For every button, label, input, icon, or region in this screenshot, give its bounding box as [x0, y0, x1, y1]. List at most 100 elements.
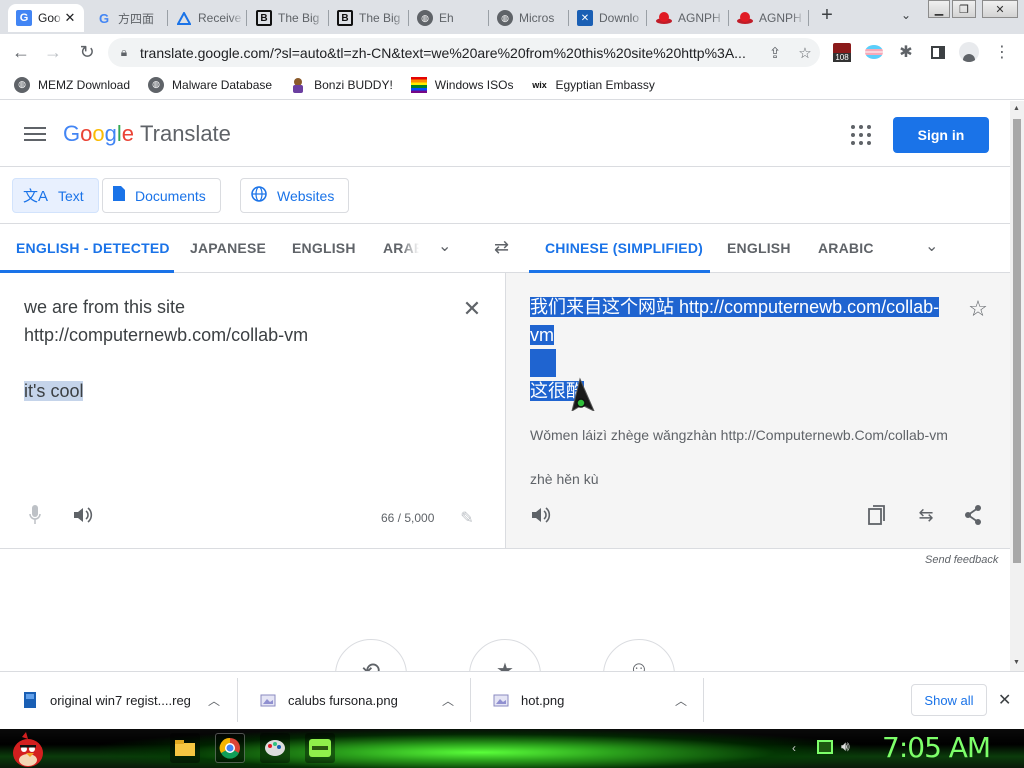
tab-5[interactable]: B The Big [329, 4, 407, 32]
flag-extension-icon[interactable] [862, 40, 886, 64]
download-item-3[interactable]: hot.png ︿ [471, 680, 703, 720]
google-translate-logo[interactable]: Google Translate [63, 121, 231, 147]
close-tab-icon[interactable]: ✕ [62, 10, 78, 26]
send-feedback-link[interactable]: Send feedback [925, 554, 998, 566]
source-lang-detected[interactable]: ENGLISH - DETECTED [16, 240, 170, 256]
source-lang-arabic[interactable]: ARAB [383, 240, 419, 256]
show-all-button[interactable]: Show all [911, 684, 987, 716]
rate-translation-icon[interactable]: ⇆ [912, 501, 940, 529]
logo-letter: o [80, 121, 93, 146]
bookmark-memz[interactable]: ◍ MEMZ Download [14, 76, 130, 93]
tab-6[interactable]: ◍ Eh [409, 4, 487, 32]
source-lang-english[interactable]: ENGLISH [292, 240, 356, 256]
character-count: 66 / 5,000 [381, 511, 435, 525]
chevron-up-icon[interactable]: ︿ [675, 692, 687, 709]
target-lang-chevron-icon[interactable]: ⌄ [925, 236, 938, 256]
target-lang-arabic[interactable]: ARABIC [818, 240, 874, 256]
target-lang-english[interactable]: ENGLISH [727, 240, 791, 256]
bookmark-bonzi-buddy[interactable]: Bonzi BUDDY! [290, 77, 393, 93]
sign-in-button[interactable]: Sign in [893, 117, 989, 153]
extension-badge-icon[interactable]: 108 [830, 40, 854, 64]
text-mode-button[interactable]: 文A Text [12, 178, 99, 213]
speaker-icon[interactable] [69, 501, 97, 529]
google-wordmark: Google [63, 121, 134, 147]
contribute-button[interactable]: ☺ [603, 639, 675, 671]
swap-languages-icon[interactable]: ⇄ [494, 237, 509, 258]
tab-google-translate[interactable]: G Goo ✕ [8, 4, 84, 32]
registry-file-icon [22, 691, 38, 709]
source-text-pane[interactable]: we are from this site http://computernew… [0, 273, 505, 549]
documents-mode-button[interactable]: Documents [102, 178, 221, 213]
google-apps-grid-icon[interactable] [851, 125, 871, 145]
extensions-puzzle-icon[interactable]: ✱ [894, 40, 918, 64]
file-explorer-icon[interactable] [170, 733, 200, 763]
network-icon[interactable] [817, 740, 833, 754]
tray-chevron-icon[interactable]: ‹ [792, 741, 796, 755]
chevron-up-icon[interactable]: ︿ [442, 692, 454, 709]
edit-pencil-icon[interactable]: ✎ [453, 504, 481, 532]
hamburger-menu-icon[interactable] [24, 125, 46, 143]
b-logo-icon: B [256, 10, 272, 26]
scroll-down-icon[interactable]: ▼ [1013, 659, 1020, 666]
tab-8[interactable]: ✕ Downlo [569, 4, 645, 32]
paint-icon[interactable] [260, 733, 290, 763]
websites-mode-button[interactable]: Websites [240, 178, 350, 213]
tab-4[interactable]: B The Big [248, 4, 326, 32]
tab-strip: G Goo ✕ G 方四面 Receive B The Big B The Bi… [0, 0, 1024, 34]
new-tab-button[interactable]: + [816, 4, 838, 28]
tab-7[interactable]: ◍ Micros [489, 4, 567, 32]
profile-avatar-icon[interactable] [957, 40, 981, 64]
bookmark-malware-database[interactable]: ◍ Malware Database [148, 76, 272, 93]
saved-button[interactable]: ★ [469, 639, 541, 671]
close-window-button[interactable]: ✕ [982, 0, 1018, 18]
taskbar-clock[interactable]: 7:05 AM [882, 731, 991, 764]
maximize-button[interactable]: ❐ [952, 0, 976, 18]
close-download-bar-icon[interactable]: ✕ [998, 690, 1011, 710]
tab-10[interactable]: AGNPH [729, 4, 805, 32]
download-item-1[interactable]: original win7 regist....reg ︿ [0, 680, 236, 720]
bookmark-windows-isos[interactable]: Windows ISOs [410, 76, 513, 93]
volume-icon[interactable]: 🔊︎ [841, 738, 850, 755]
source-textarea[interactable]: we are from this site http://computernew… [24, 293, 444, 405]
wix-icon: wix [532, 79, 547, 90]
chrome-menu-icon[interactable]: ⋮ [990, 40, 1014, 64]
chevron-up-icon[interactable]: ︿ [208, 692, 220, 709]
source-lang-chevron-icon[interactable]: ⌄ [438, 236, 451, 256]
translate-header: Google Translate Sign in [0, 101, 1010, 167]
logo-letter: e [121, 121, 135, 146]
minimize-button[interactable]: ▁ [928, 0, 950, 18]
speaker-icon[interactable] [527, 501, 555, 529]
microphone-icon[interactable] [21, 501, 49, 529]
globe-icon [251, 185, 267, 206]
history-button[interactable]: ⟲ [335, 639, 407, 671]
start-button-angry-bird-icon[interactable] [8, 729, 48, 768]
tab-3[interactable]: Receive [168, 4, 244, 32]
side-panel-icon[interactable] [926, 40, 950, 64]
reload-icon[interactable]: ↻ [74, 40, 100, 64]
share-icon[interactable] [959, 501, 987, 529]
download-item-2[interactable]: calubs fursona.png ︿ [238, 680, 470, 720]
source-lang-japanese[interactable]: JAPANESE [190, 240, 266, 256]
back-arrow-icon[interactable]: ← [8, 40, 34, 64]
scroll-up-icon[interactable]: ▲ [1013, 105, 1020, 112]
tab-9[interactable]: AGNPH [648, 4, 726, 32]
copy-icon[interactable] [863, 501, 891, 529]
globe-icon: ◍ [417, 10, 433, 26]
address-bar[interactable]: 🔒︎ translate.google.com/?sl=auto&tl=zh-C… [108, 38, 820, 67]
clear-text-icon[interactable]: ✕ [458, 295, 486, 323]
target-lang-chinese[interactable]: CHINESE (SIMPLIFIED) [545, 240, 703, 256]
terminal-app-icon[interactable] [305, 733, 335, 763]
tab-2[interactable]: G 方四面 [88, 4, 166, 32]
windows-flag-icon [410, 76, 427, 93]
bookmark-star-icon[interactable]: ☆ [790, 44, 820, 62]
page-scrollbar[interactable]: ▲ ▼ [1010, 101, 1024, 671]
scrollbar-thumb[interactable] [1013, 119, 1021, 563]
chrome-icon[interactable] [215, 733, 245, 763]
forward-arrow-icon[interactable]: → [40, 40, 66, 64]
share-icon[interactable]: ⇪ [760, 44, 790, 62]
url-text[interactable]: translate.google.com/?sl=auto&tl=zh-CN&t… [140, 45, 760, 61]
lock-icon[interactable]: 🔒︎ [108, 45, 140, 60]
bookmark-egyptian-embassy[interactable]: wix Egyptian Embassy [531, 77, 655, 93]
tab-search-chevron-icon[interactable]: ⌄ [896, 8, 916, 26]
save-star-icon[interactable]: ☆ [964, 295, 992, 323]
